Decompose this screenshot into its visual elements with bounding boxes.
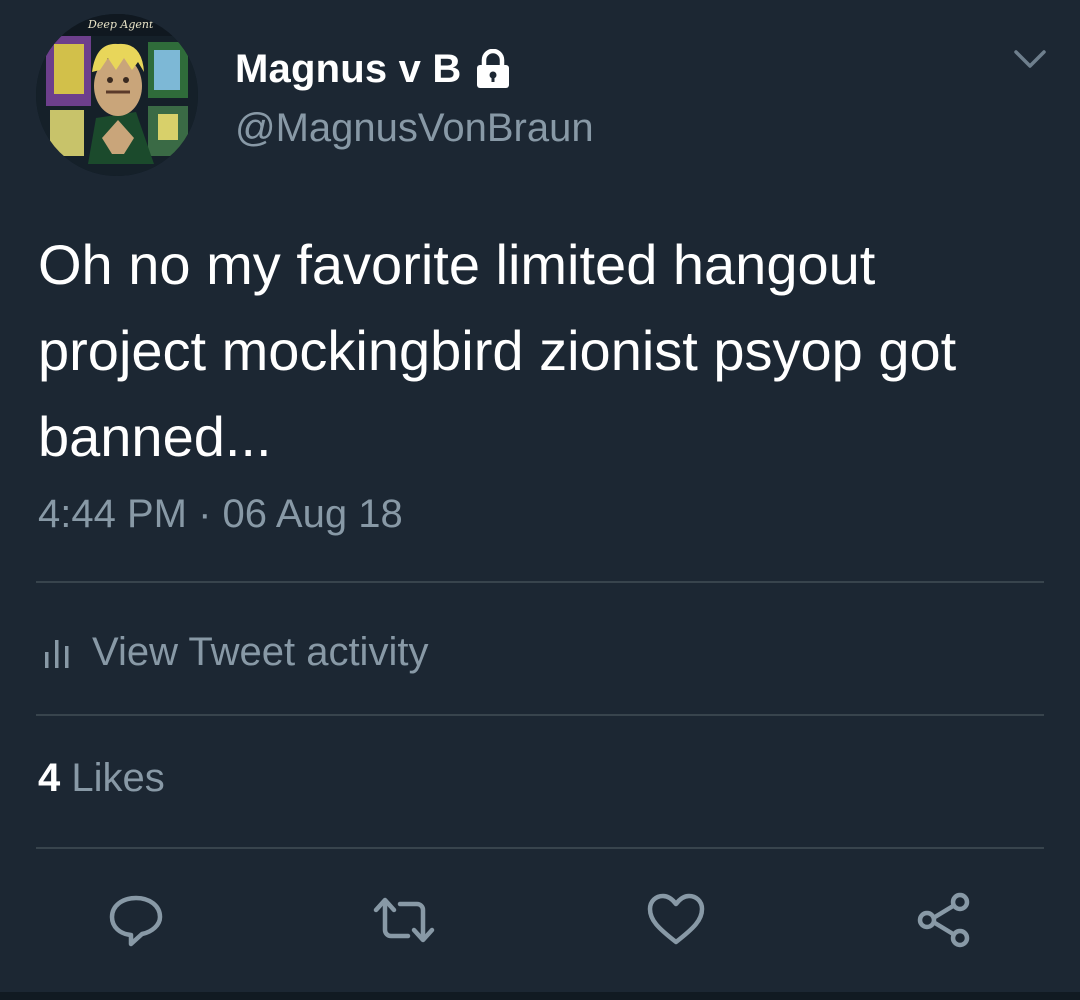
retweet-button[interactable] (372, 888, 436, 952)
share-button[interactable] (912, 888, 976, 952)
bar-chart-icon (45, 640, 69, 668)
tweet-timestamp[interactable]: 4:44 PM · 06 Aug 18 (38, 492, 403, 537)
likes-label: Likes (71, 756, 165, 800)
avatar-caption: Deep Agent (87, 18, 154, 31)
divider (36, 847, 1044, 849)
reply-icon (109, 895, 163, 947)
divider (36, 581, 1044, 583)
reply-button[interactable] (104, 888, 168, 952)
bottom-edge (0, 992, 1080, 1000)
avatar[interactable]: Deep Agent (36, 14, 198, 176)
display-name[interactable]: Magnus v B (235, 47, 461, 92)
view-tweet-activity-label: View Tweet activity (92, 629, 429, 674)
tweet-detail: Deep Agent Magnus v B @MagnusVonBraun Oh… (0, 0, 1080, 1000)
tweet-text: Oh no my favorite limited hangout projec… (38, 233, 957, 468)
divider (36, 714, 1044, 716)
share-icon (917, 892, 970, 948)
like-button[interactable] (644, 888, 708, 952)
chevron-down-icon[interactable] (1012, 44, 1048, 74)
likes-count: 4 (38, 756, 61, 800)
user-handle[interactable]: @MagnusVonBraun (235, 106, 594, 151)
retweet-icon (373, 897, 435, 943)
user-name-row[interactable]: Magnus v B (235, 42, 511, 96)
heart-icon (647, 893, 705, 945)
likes-summary[interactable]: 4 Likes (38, 756, 165, 801)
view-tweet-activity-link[interactable]: View Tweet activity (44, 624, 428, 680)
lock-icon (475, 48, 511, 89)
avatar-image: Deep Agent (36, 14, 198, 176)
